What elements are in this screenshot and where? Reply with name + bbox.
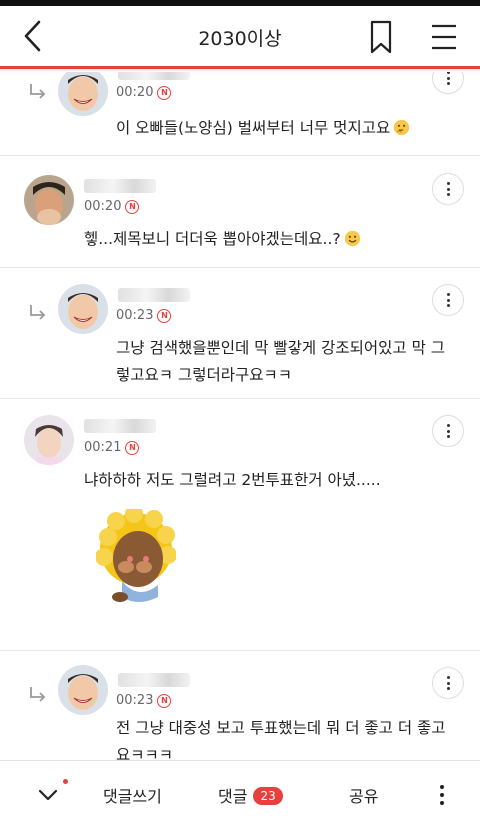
comments-button[interactable]: 댓글 23 (218, 783, 283, 807)
comment-text-line: 전 그냥 대중성 보고 투표했는데 뭐 더 좋고 더 좋고 (116, 719, 446, 737)
vertical-dots-icon (446, 676, 450, 690)
comment-meta: 00:20 N (116, 85, 172, 100)
comment-meta: 00:23 N (116, 693, 172, 708)
avatar[interactable] (58, 665, 108, 715)
nickname-redacted (118, 72, 190, 80)
collapse-button[interactable] (36, 785, 60, 805)
comment-count-badge: 23 (253, 787, 283, 805)
share-button[interactable]: 공유 (349, 783, 378, 807)
hamburger-menu-icon (432, 24, 456, 50)
avatar[interactable] (24, 415, 74, 465)
menu-button[interactable] (424, 18, 464, 56)
comment-body: 헿...제목보니 더더욱 뽑아야겠는데요..? (84, 226, 361, 253)
vertical-dots-icon (446, 72, 450, 85)
comment-time: 00:20 (116, 85, 154, 100)
new-badge: N (157, 308, 172, 323)
thinking-face-icon (394, 119, 410, 136)
comment-more-button[interactable] (432, 173, 464, 205)
vertical-dots-icon (446, 293, 450, 307)
avatar[interactable] (58, 72, 108, 116)
bookmark-icon (370, 20, 392, 54)
chevron-left-icon (24, 20, 41, 52)
comment-list: 00:20 N 이 오빠들(노양심) 벌써부터 너무 멋지고요 00:20 N … (0, 72, 480, 760)
comment-text-line: 렇고요ㅋ 그렇더라구요ㅋㅋ (116, 366, 293, 384)
smiling-face-icon (344, 230, 360, 247)
comment-more-button[interactable] (432, 415, 464, 447)
comment-meta: 00:20 N (84, 199, 140, 214)
reply-arrow-icon (30, 84, 46, 99)
comment-meta: 00:23 N (116, 308, 172, 323)
comment-item: 00:23 N 그냥 검색했을뿐인데 막 빨갛게 강조되어있고 막 그 렇고요ㅋ… (0, 268, 480, 399)
comment-time: 00:23 (116, 693, 154, 708)
comment-more-button[interactable] (432, 667, 464, 699)
bookmark-button[interactable] (364, 18, 398, 56)
comment-more-button[interactable] (432, 72, 464, 94)
new-badge: N (157, 85, 172, 100)
comments-label: 댓글 (218, 787, 248, 806)
comment-item: 00:20 N 이 오빠들(노양심) 벌써부터 너무 멋지고요 (0, 72, 480, 156)
lion-character-sticker (96, 509, 176, 602)
write-comment-button[interactable]: 댓글쓰기 (103, 783, 162, 807)
vertical-dots-icon (440, 783, 444, 809)
comment-time: 00:23 (116, 308, 154, 323)
comment-text: 냐하하하 저도 그럴려고 2번투표한거 아녔..... (84, 471, 381, 489)
comment-item: 00:23 N 전 그냥 대중성 보고 투표했는데 뭐 더 좋고 더 좋고 요ㅋ… (0, 651, 480, 760)
comment-body: 그냥 검색했을뿐인데 막 빨갛게 강조되어있고 막 그 렇고요ㅋ 그렇더라구요ㅋ… (116, 335, 445, 389)
new-badge: N (125, 440, 140, 455)
avatar[interactable] (58, 284, 108, 334)
comment-more-button[interactable] (432, 284, 464, 316)
comment-item: 00:21 N 냐하하하 저도 그럴려고 2번투표한거 아녔..... (0, 399, 480, 651)
comment-text: 헿...제목보니 더더욱 뽑아야겠는데요..? (84, 230, 341, 248)
vertical-dots-icon (446, 182, 450, 196)
vertical-dots-icon (446, 424, 450, 438)
comment-body: 전 그냥 대중성 보고 투표했는데 뭐 더 좋고 더 좋고 요ㅋㅋㅋ (116, 715, 446, 760)
comment-item: 00:20 N 헿...제목보니 더더욱 뽑아야겠는데요..? (0, 157, 480, 268)
nickname-redacted (118, 288, 190, 302)
notification-dot (63, 779, 68, 784)
back-button[interactable] (14, 16, 54, 56)
page-title: 2030이상 (198, 28, 282, 50)
comment-text-line: 그냥 검색했을뿐인데 막 빨갛게 강조되어있고 막 그 (116, 339, 446, 357)
more-options-button[interactable] (432, 783, 452, 809)
header: 2030이상 (0, 6, 480, 66)
new-badge: N (157, 693, 172, 708)
comment-meta: 00:21 N (84, 440, 140, 455)
comment-text-line: 요ㅋㅋㅋ (116, 746, 174, 760)
nickname-redacted (84, 419, 156, 433)
comment-text: 이 오빠들(노양심) 벌써부터 너무 멋지고요 (116, 119, 391, 137)
reply-arrow-icon (30, 305, 46, 320)
avatar[interactable] (24, 175, 74, 225)
nickname-redacted (118, 673, 190, 687)
chevron-down-icon (38, 789, 58, 801)
comment-time: 00:20 (84, 199, 122, 214)
comment-body: 이 오빠들(노양심) 벌써부터 너무 멋지고요 (116, 115, 410, 142)
bottom-action-bar: 댓글쓰기 댓글 23 공유 (0, 760, 480, 828)
comment-body: 냐하하하 저도 그럴려고 2번투표한거 아녔..... (84, 467, 381, 494)
reply-arrow-icon (30, 687, 46, 702)
comment-time: 00:21 (84, 440, 122, 455)
nickname-redacted (84, 179, 156, 193)
new-badge: N (125, 199, 140, 214)
